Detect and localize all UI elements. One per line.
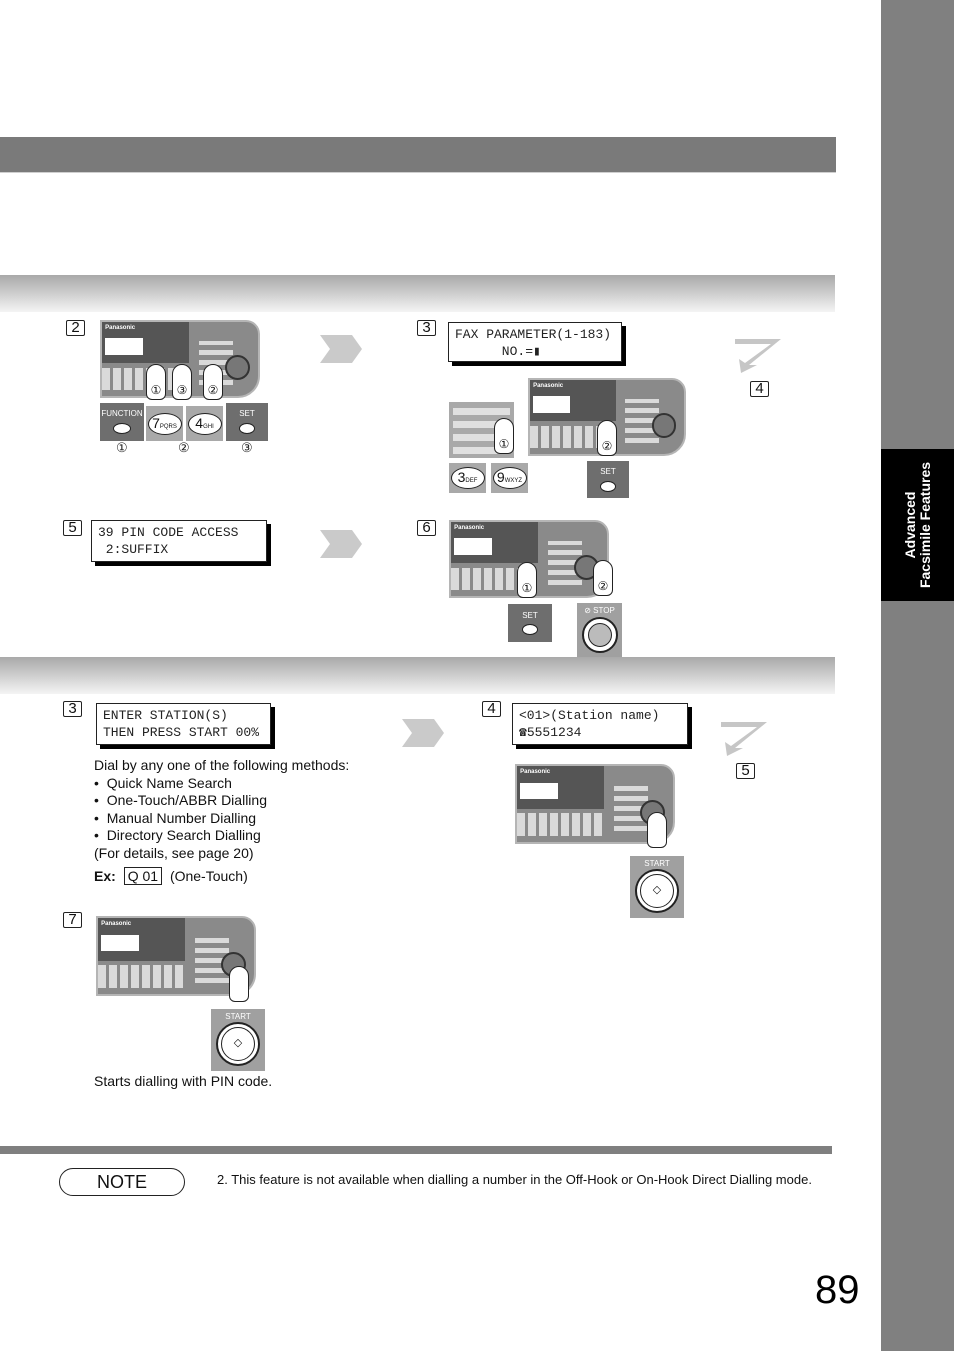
function-key-label: FUNCTION (101, 409, 143, 418)
next-arrow-icon (320, 335, 362, 363)
method-list-item: • One-Touch/ABBR Dialling (94, 792, 267, 808)
set-key-label: SET (600, 467, 616, 476)
example-note: (One-Touch) (169, 868, 248, 884)
step-caption: Starts dialling with PIN code. (94, 1073, 273, 1089)
start-key[interactable]: START ◇ (211, 1009, 265, 1071)
example-label: Ex: (94, 868, 116, 884)
start-key[interactable]: START ◇ (630, 856, 684, 918)
step-number: 4 (750, 381, 769, 397)
instructions-intro: Dial by any one of the following methods… (94, 757, 350, 773)
step-marker: ① (116, 440, 128, 455)
key-4[interactable]: 4GHI (186, 406, 223, 441)
finger-pointer-icon: ② (203, 364, 223, 400)
lcd-line-1: <01>(Station name) (519, 708, 660, 723)
stop-key[interactable]: ⊘ STOP (577, 603, 622, 657)
method-list-item: • Manual Number Dialling (94, 809, 257, 826)
section-tab-line1: Advanced (901, 491, 918, 559)
step-number: 3 (417, 320, 436, 336)
method-label: One-Touch/ABBR Dialling (106, 792, 267, 808)
key-7[interactable]: 7PQRS (146, 406, 183, 441)
finger-pointer-icon: ① (494, 418, 514, 454)
go-to-step-arrow-icon (721, 722, 767, 756)
method-label: Directory Search Dialling (106, 827, 261, 843)
page-number: 89 (815, 1268, 860, 1312)
lcd-display: FAX PARAMETER(1-183) NO.=▮ (448, 322, 622, 362)
lcd-display: 39 PIN CODE ACCESS 2:SUFFIX (91, 520, 267, 562)
start-key-label: START (225, 1012, 251, 1021)
step-number: 4 (482, 701, 501, 717)
panel-brand: Panasonic (454, 524, 485, 531)
panel-brand: Panasonic (533, 382, 564, 389)
set-key-label: SET (239, 409, 255, 418)
section-band-a (0, 275, 835, 312)
lcd-display: <01>(Station name) ☎5551234 (512, 703, 688, 745)
method-list-item: • Quick Name Search (94, 774, 232, 791)
method-label: Manual Number Dialling (106, 809, 257, 826)
dialing-instructions: Dial by any one of the following methods… (94, 757, 384, 886)
finger-pointer-icon: ① (146, 364, 166, 400)
lcd-line-1: ENTER STATION(S) (103, 708, 228, 723)
note-label: NOTE (59, 1168, 185, 1196)
finger-pointer-icon: ③ (172, 364, 192, 400)
finger-pointer-icon: ② (597, 420, 617, 456)
finger-pointer-icon (229, 966, 249, 1002)
example-line: Ex: Q 01 (One-Touch) (94, 867, 384, 886)
key-4-letters: GHI (203, 423, 214, 430)
stop-key-label: STOP (593, 606, 615, 615)
side-bar (881, 0, 954, 1351)
panel-brand: Panasonic (101, 921, 132, 928)
panel-brand: Panasonic (105, 324, 136, 331)
step-number: 2 (66, 320, 85, 336)
lcd-line-1: FAX PARAMETER(1-183) (455, 327, 612, 342)
method-list-item: • Directory Search Dialling (94, 827, 261, 843)
details-reference: (For details, see page 20) (94, 844, 254, 861)
step-number: 5 (736, 763, 755, 779)
finger-pointer-icon (647, 812, 667, 848)
start-diamond-icon: ◇ (640, 874, 674, 908)
key-9[interactable]: 9WXYZ (491, 463, 528, 493)
lcd-line-2: THEN PRESS START 00% (103, 725, 260, 740)
lcd-display: ENTER STATION(S) THEN PRESS START 00% (96, 703, 271, 745)
step-marker: ③ (241, 440, 253, 455)
step-number: 5 (63, 520, 82, 536)
finger-pointer-icon: ② (593, 560, 613, 596)
one-touch-key: Q 01 (123, 867, 163, 885)
footer-rule (0, 1146, 832, 1154)
lcd-line-2: NO.=▮ (455, 344, 541, 359)
key-3-letters: DEF (465, 478, 478, 484)
stop-icon: ⊘ (584, 606, 594, 615)
key-7-letters: PQRS (159, 423, 177, 430)
section-tab-line2: Facsimile Features (916, 461, 933, 589)
start-button-icon (651, 413, 677, 438)
section-tab: Advanced Facsimile Features (881, 449, 954, 601)
panel-brand: Panasonic (520, 769, 551, 776)
lcd-line-2: ☎5551234 (519, 725, 582, 740)
step-number: 7 (63, 912, 82, 928)
next-arrow-icon (402, 719, 444, 747)
next-arrow-icon (320, 530, 362, 558)
start-button-icon (225, 355, 251, 381)
lcd-line-2: 2:SUFFIX (98, 542, 169, 557)
section-band-b (0, 657, 835, 694)
step-number: 3 (63, 701, 82, 717)
key-3[interactable]: 3DEF (449, 463, 486, 493)
step-number: 6 (417, 520, 436, 536)
step-marker: ② (178, 440, 190, 455)
set-key-label: SET (522, 611, 538, 620)
lcd-line-1: 39 PIN CODE ACCESS (98, 525, 239, 540)
set-key[interactable]: SET (508, 604, 552, 642)
start-diamond-icon: ◇ (221, 1027, 255, 1061)
method-label: Quick Name Search (106, 774, 232, 791)
finger-pointer-icon: ① (517, 562, 537, 598)
function-key[interactable]: FUNCTION (100, 403, 144, 441)
key-9-letters: WXYZ (504, 478, 523, 484)
start-key-label: START (644, 859, 670, 868)
set-key[interactable]: SET (587, 461, 629, 498)
header-bar (0, 137, 836, 173)
go-to-step-arrow-icon (735, 339, 781, 373)
set-key[interactable]: SET (226, 403, 268, 441)
key-3-digit: 3 (457, 469, 466, 485)
key-4-digit: 4 (195, 414, 204, 431)
note-text: 2. This feature is not available when di… (217, 1172, 812, 1187)
